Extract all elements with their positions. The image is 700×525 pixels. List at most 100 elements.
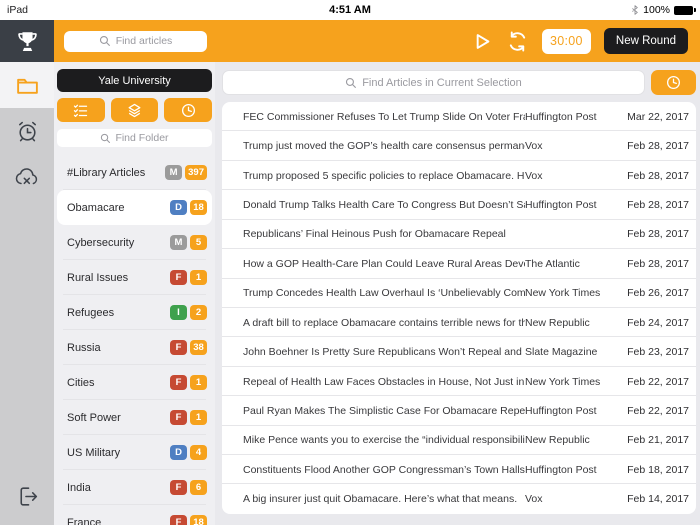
- article-title: Trump just moved the GOP’s health care c…: [243, 140, 525, 153]
- clock-icon: [666, 75, 681, 90]
- university-button[interactable]: Yale University: [57, 69, 212, 92]
- folder-row[interactable]: Cybersecurity M 5: [57, 225, 212, 260]
- recent-folders-button[interactable]: [164, 98, 213, 122]
- folder-tag-badge: F: [170, 340, 187, 355]
- folder-tag-badge: D: [170, 200, 187, 215]
- folder-name: Russia: [67, 341, 101, 354]
- article-row[interactable]: A big insurer just quit Obamacare. Here’…: [222, 484, 696, 513]
- logout-icon: [19, 486, 37, 506]
- article-row[interactable]: Trump proposed 5 specific policies to re…: [222, 161, 696, 191]
- play-icon: [476, 33, 490, 49]
- folder-tag-badge: M: [170, 235, 187, 250]
- article-title: Repeal of Health Law Faces Obstacles in …: [243, 375, 525, 388]
- folder-count-badge: 6: [190, 480, 207, 495]
- article-date: Feb 14, 2017: [627, 493, 689, 506]
- trophy-icon: [14, 28, 41, 55]
- nav-offline-tab[interactable]: [0, 154, 54, 200]
- article-row[interactable]: Republicans’ Final Heinous Push for Obam…: [222, 220, 696, 250]
- folder-tag-badge: F: [170, 270, 187, 285]
- article-row[interactable]: Repeal of Health Law Faces Obstacles in …: [222, 367, 696, 397]
- folder-badges: M 5: [170, 235, 207, 250]
- article-row[interactable]: Trump just moved the GOP’s health care c…: [222, 131, 696, 162]
- refresh-button[interactable]: [506, 30, 529, 53]
- folder-tag-badge: M: [165, 165, 183, 180]
- article-row[interactable]: How a GOP Health-Care Plan Could Leave R…: [222, 249, 696, 279]
- folder-row[interactable]: Refugees I 2: [57, 295, 212, 330]
- article-row[interactable]: Constituents Flood Another GOP Congressm…: [222, 455, 696, 485]
- folder-badges: F 1: [170, 270, 207, 285]
- folder-row[interactable]: Russia F 38: [57, 330, 212, 365]
- find-articles-in-selection-input[interactable]: Find Articles in Current Selection: [222, 70, 645, 95]
- article-source: Vox: [525, 493, 543, 506]
- folder-name: #Library Articles: [67, 166, 146, 179]
- article-row[interactable]: Trump Concedes Health Law Overhaul Is ‘U…: [222, 279, 696, 309]
- folder-name: India: [67, 481, 91, 494]
- article-title: Republicans’ Final Heinous Push for Obam…: [243, 228, 506, 241]
- round-timer[interactable]: 30:00: [541, 28, 591, 54]
- folder-tag-badge: F: [170, 410, 187, 425]
- article-date: Feb 18, 2017: [627, 463, 689, 476]
- recent-articles-button[interactable]: [651, 70, 696, 95]
- nav-timer-tab[interactable]: [0, 108, 54, 154]
- article-title: Paul Ryan Makes The Simplistic Case For …: [243, 404, 525, 417]
- folder-row[interactable]: Obamacare D 18: [57, 190, 212, 225]
- folder-tag-badge: F: [170, 375, 187, 390]
- alarm-clock-icon: [18, 121, 36, 141]
- folder-count-badge: 18: [190, 200, 207, 215]
- folder-row[interactable]: India F 6: [57, 470, 212, 505]
- cloud-x-icon: [15, 168, 38, 185]
- find-articles-input[interactable]: Find articles: [64, 30, 207, 52]
- folder-count-badge: 1: [190, 270, 207, 285]
- article-row[interactable]: John Boehner Is Pretty Sure Republicans …: [222, 337, 696, 368]
- article-date: Feb 28, 2017: [627, 140, 689, 153]
- folder-row[interactable]: #Library Articles M 397: [57, 155, 212, 190]
- app-logo-button[interactable]: [0, 20, 54, 62]
- article-source: New York Times: [525, 287, 601, 300]
- article-date: Feb 21, 2017: [627, 434, 689, 447]
- battery-icon: [674, 5, 696, 15]
- find-folder-input[interactable]: Find Folder: [57, 129, 212, 147]
- article-title: John Boehner Is Pretty Sure Republicans …: [243, 346, 525, 359]
- search-icon: [345, 77, 357, 89]
- article-title: FEC Commissioner Refuses To Let Trump Sl…: [243, 110, 525, 123]
- nav-folders-tab[interactable]: [0, 62, 54, 108]
- new-round-button[interactable]: New Round: [603, 28, 688, 54]
- folder-name: Cities: [67, 376, 95, 389]
- folder-row[interactable]: Soft Power F 1: [57, 400, 212, 435]
- folder-badges: F 38: [170, 340, 207, 355]
- article-date: Mar 22, 2017: [627, 110, 689, 123]
- folder-panel: Yale University Find Folder #Library Art…: [54, 62, 215, 525]
- folder-row[interactable]: Cities F 1: [57, 365, 212, 400]
- folder-badges: M 397: [165, 165, 207, 180]
- logout-button[interactable]: [0, 473, 54, 519]
- folder-name: Soft Power: [67, 411, 121, 424]
- folder-row[interactable]: Rural Issues F 1: [57, 260, 212, 295]
- stacks-button[interactable]: [110, 98, 159, 122]
- folder-count-badge: 4: [190, 445, 207, 460]
- folder-badges: F 1: [170, 375, 207, 390]
- article-date: Feb 24, 2017: [627, 316, 689, 329]
- folder-badges: F 18: [170, 515, 207, 525]
- app-screen: iPad 4:51 AM 100% Find articles 30:00 Ne…: [0, 0, 700, 525]
- folder-row[interactable]: France F 18: [57, 505, 212, 525]
- article-row[interactable]: Paul Ryan Makes The Simplistic Case For …: [222, 396, 696, 427]
- article-source: New York Times: [525, 375, 601, 388]
- folder-tag-badge: F: [170, 515, 187, 525]
- article-row[interactable]: Donald Trump Talks Health Care To Congre…: [222, 190, 696, 221]
- article-row[interactable]: FEC Commissioner Refuses To Let Trump Sl…: [222, 102, 696, 132]
- folder-badges: F 1: [170, 410, 207, 425]
- nav-rail: [0, 62, 54, 525]
- folder-count-badge: 2: [190, 305, 207, 320]
- folder-badges: D 4: [170, 445, 207, 460]
- status-clock: 4:51 AM: [329, 4, 371, 16]
- select-articles-button[interactable]: [57, 98, 105, 122]
- article-source: Huffington Post: [525, 404, 597, 417]
- article-row[interactable]: Mike Pence wants you to exercise the “in…: [222, 426, 696, 456]
- folder-row[interactable]: US Military D 4: [57, 435, 212, 470]
- article-panel: Find Articles in Current Selection FEC C…: [215, 62, 700, 525]
- article-title: Mike Pence wants you to exercise the “in…: [243, 434, 525, 447]
- play-round-button[interactable]: [470, 30, 493, 53]
- article-row[interactable]: A draft bill to replace Obamacare contai…: [222, 308, 696, 338]
- article-date: Feb 22, 2017: [627, 375, 689, 388]
- folder-count-badge: 1: [190, 410, 207, 425]
